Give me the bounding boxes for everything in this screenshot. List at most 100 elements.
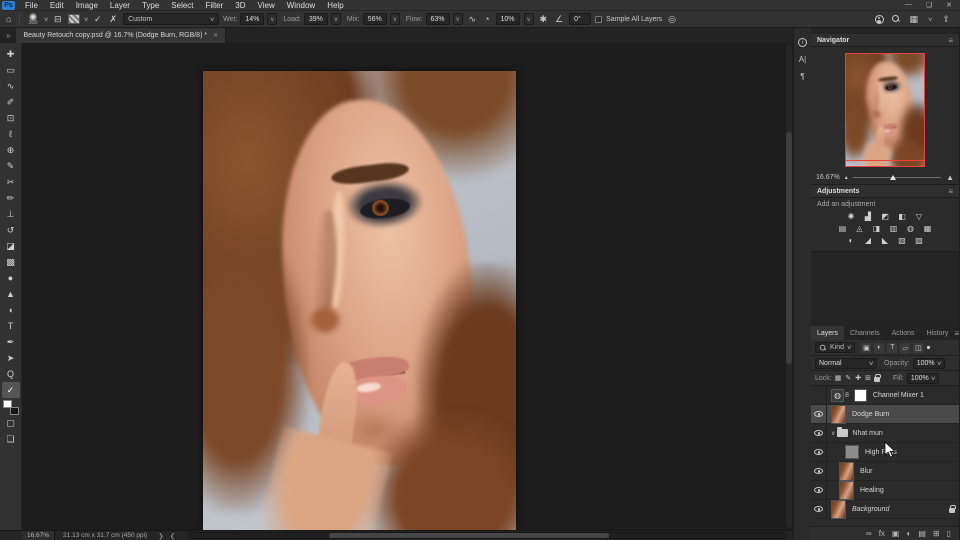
add-mask-icon[interactable]: ▣ [892, 529, 900, 538]
canvas[interactable] [22, 43, 793, 530]
minimize-button[interactable]: — [905, 1, 912, 9]
status-zoom-field[interactable]: 16.67% [22, 531, 55, 540]
brush-load-caret[interactable]: ∨ [83, 16, 89, 23]
document-tab[interactable]: Beauty Retouch copy.psd @ 16.7% (Dodge B… [16, 28, 226, 43]
panel-menu-icon[interactable]: ≡ [948, 187, 953, 196]
layer-name[interactable]: Blur [860, 468, 872, 475]
menu-item[interactable]: Help [321, 0, 349, 11]
load-brush-icon[interactable]: ✓ [92, 14, 104, 25]
marquee-tool[interactable]: ▭ [2, 62, 20, 78]
field-caret[interactable]: ∨ [453, 13, 463, 25]
restore-button[interactable]: ❏ [926, 1, 932, 9]
tool-preset-picker[interactable]: 300 [26, 13, 39, 26]
tab-actions[interactable]: Actions [886, 326, 921, 340]
pencil-tool[interactable]: ✏ [2, 190, 20, 206]
history-brush-tool[interactable]: ↺ [2, 222, 20, 238]
channel-mixer-icon[interactable]: ◍ [905, 223, 916, 233]
curves-icon[interactable]: ◩ [880, 211, 891, 221]
field-value[interactable]: 56% [363, 13, 387, 25]
filter-adjustment-icon[interactable]: ◐ [874, 343, 884, 353]
field-value[interactable]: 63% [426, 13, 450, 25]
smoothing-icon[interactable]: ◔ [482, 14, 491, 24]
zoom-out-icon[interactable]: ▴ [845, 174, 848, 181]
horizontal-scrollbar-thumb[interactable] [329, 533, 609, 538]
lock-position-icon[interactable]: ✚ [855, 374, 861, 382]
menu-item[interactable]: Image [70, 0, 104, 11]
visibility-toggle[interactable] [811, 500, 827, 518]
menu-item[interactable]: Layer [104, 0, 136, 11]
filter-type-icon[interactable]: T [887, 343, 897, 353]
status-arrow-right-icon[interactable]: ❯ [155, 532, 166, 540]
foreground-background-swatches[interactable] [3, 400, 19, 415]
panel-menu-icon[interactable]: ≡ [948, 36, 953, 45]
new-group-icon[interactable]: ▤ [918, 529, 926, 538]
vertical-scrollbar-thumb[interactable] [786, 132, 792, 364]
workspace-switcher-icon[interactable]: ▦ [908, 14, 921, 25]
path-selection-tool[interactable]: ➤ [2, 350, 20, 366]
pressure-size-icon[interactable]: ◎ [666, 14, 678, 25]
filter-light-icon[interactable] [927, 346, 930, 349]
tab-close-icon[interactable]: ✕ [213, 32, 218, 39]
lock-transparency-icon[interactable]: ▦ [835, 374, 842, 382]
tab-channels[interactable]: Channels [844, 326, 886, 340]
navigator-proxy-view[interactable] [845, 53, 925, 167]
exposure-icon[interactable]: ◧ [897, 211, 908, 221]
visibility-toggle[interactable] [811, 405, 827, 423]
filter-kind-select[interactable]: Kind ∨ [815, 342, 855, 353]
vibrance-icon[interactable]: ▽ [914, 211, 925, 221]
layer-row-high-pass[interactable]: High Pass [811, 443, 959, 462]
gradient-tool[interactable]: ▩ [2, 254, 20, 270]
photo-filter-icon[interactable]: ▥ [888, 223, 899, 233]
threshold-icon[interactable]: ◣ [880, 235, 891, 245]
mixer-brush-tool[interactable]: ✓ [2, 382, 20, 398]
tab-history[interactable]: History [921, 326, 955, 340]
clean-brush-icon[interactable]: ✗ [108, 14, 120, 25]
healing-brush-tool[interactable]: ✎ [2, 158, 20, 174]
pen-tool[interactable]: ✒ [2, 334, 20, 350]
field-caret[interactable]: ∨ [390, 13, 400, 25]
visibility-toggle[interactable] [811, 462, 827, 480]
layer-thumbnail[interactable] [845, 445, 859, 459]
new-adjustment-icon[interactable]: ◐ [906, 529, 911, 538]
smoothing-caret[interactable]: ∨ [524, 13, 534, 25]
home-icon[interactable]: ⌂ [4, 14, 13, 24]
layer-name[interactable]: Channel Mixer 1 [873, 392, 924, 399]
character-panel-icon[interactable]: A| [799, 55, 806, 64]
fill-select[interactable]: 100% ∨ [907, 373, 939, 384]
sharpen-tool[interactable]: ▲ [2, 286, 20, 302]
slider-thumb[interactable] [890, 175, 896, 180]
workspace-caret[interactable]: ∨ [927, 16, 933, 23]
layer-thumbnail[interactable] [831, 405, 846, 424]
eyedropper-tool[interactable]: ℓ [2, 126, 20, 142]
layer-name[interactable]: Background [852, 506, 889, 513]
quick-selection-tool[interactable]: ✐ [2, 94, 20, 110]
crop-tool[interactable]: ⊡ [2, 110, 20, 126]
blend-mode-select[interactable]: Normal ∨ [815, 358, 877, 369]
zoom-in-icon[interactable]: ▲ [946, 173, 954, 182]
layer-thumbnail[interactable] [831, 500, 846, 519]
layer-row-background[interactable]: Background [811, 500, 959, 519]
brush-settings-toggle-icon[interactable]: ⊟ [52, 14, 64, 25]
paragraph-panel-icon[interactable]: ¶ [800, 72, 804, 81]
menu-item[interactable]: View [252, 0, 281, 11]
visibility-toggle[interactable] [811, 424, 827, 442]
smoothing-value[interactable]: 10% [496, 13, 520, 25]
navigator-zoom-field[interactable]: 16.67% [816, 174, 840, 181]
blur-tool[interactable]: ● [2, 270, 20, 286]
share-icon[interactable]: ⇧ [940, 14, 952, 25]
adjustments-header[interactable]: Adjustments ≡ [811, 185, 959, 198]
layer-name[interactable]: Healing [860, 487, 884, 494]
group-expand-chevron-icon[interactable]: ∨ [831, 430, 835, 437]
black-white-icon[interactable]: ◨ [871, 223, 882, 233]
hue-saturation-icon[interactable]: ▤ [837, 223, 848, 233]
posterize-icon[interactable]: ◢ [863, 235, 874, 245]
menu-item[interactable]: Type [136, 0, 165, 11]
foreground-color-swatch[interactable] [3, 400, 12, 408]
background-color-swatch[interactable] [10, 407, 19, 415]
zoom-tool[interactable]: Q [2, 366, 20, 382]
sample-all-layers-checkbox[interactable] [595, 16, 602, 23]
layer-name[interactable]: Dodge Burn [852, 411, 889, 418]
menu-item[interactable]: Edit [44, 0, 70, 11]
layer-name[interactable]: Nhat mun [852, 430, 882, 437]
close-button[interactable]: ✕ [946, 1, 952, 9]
